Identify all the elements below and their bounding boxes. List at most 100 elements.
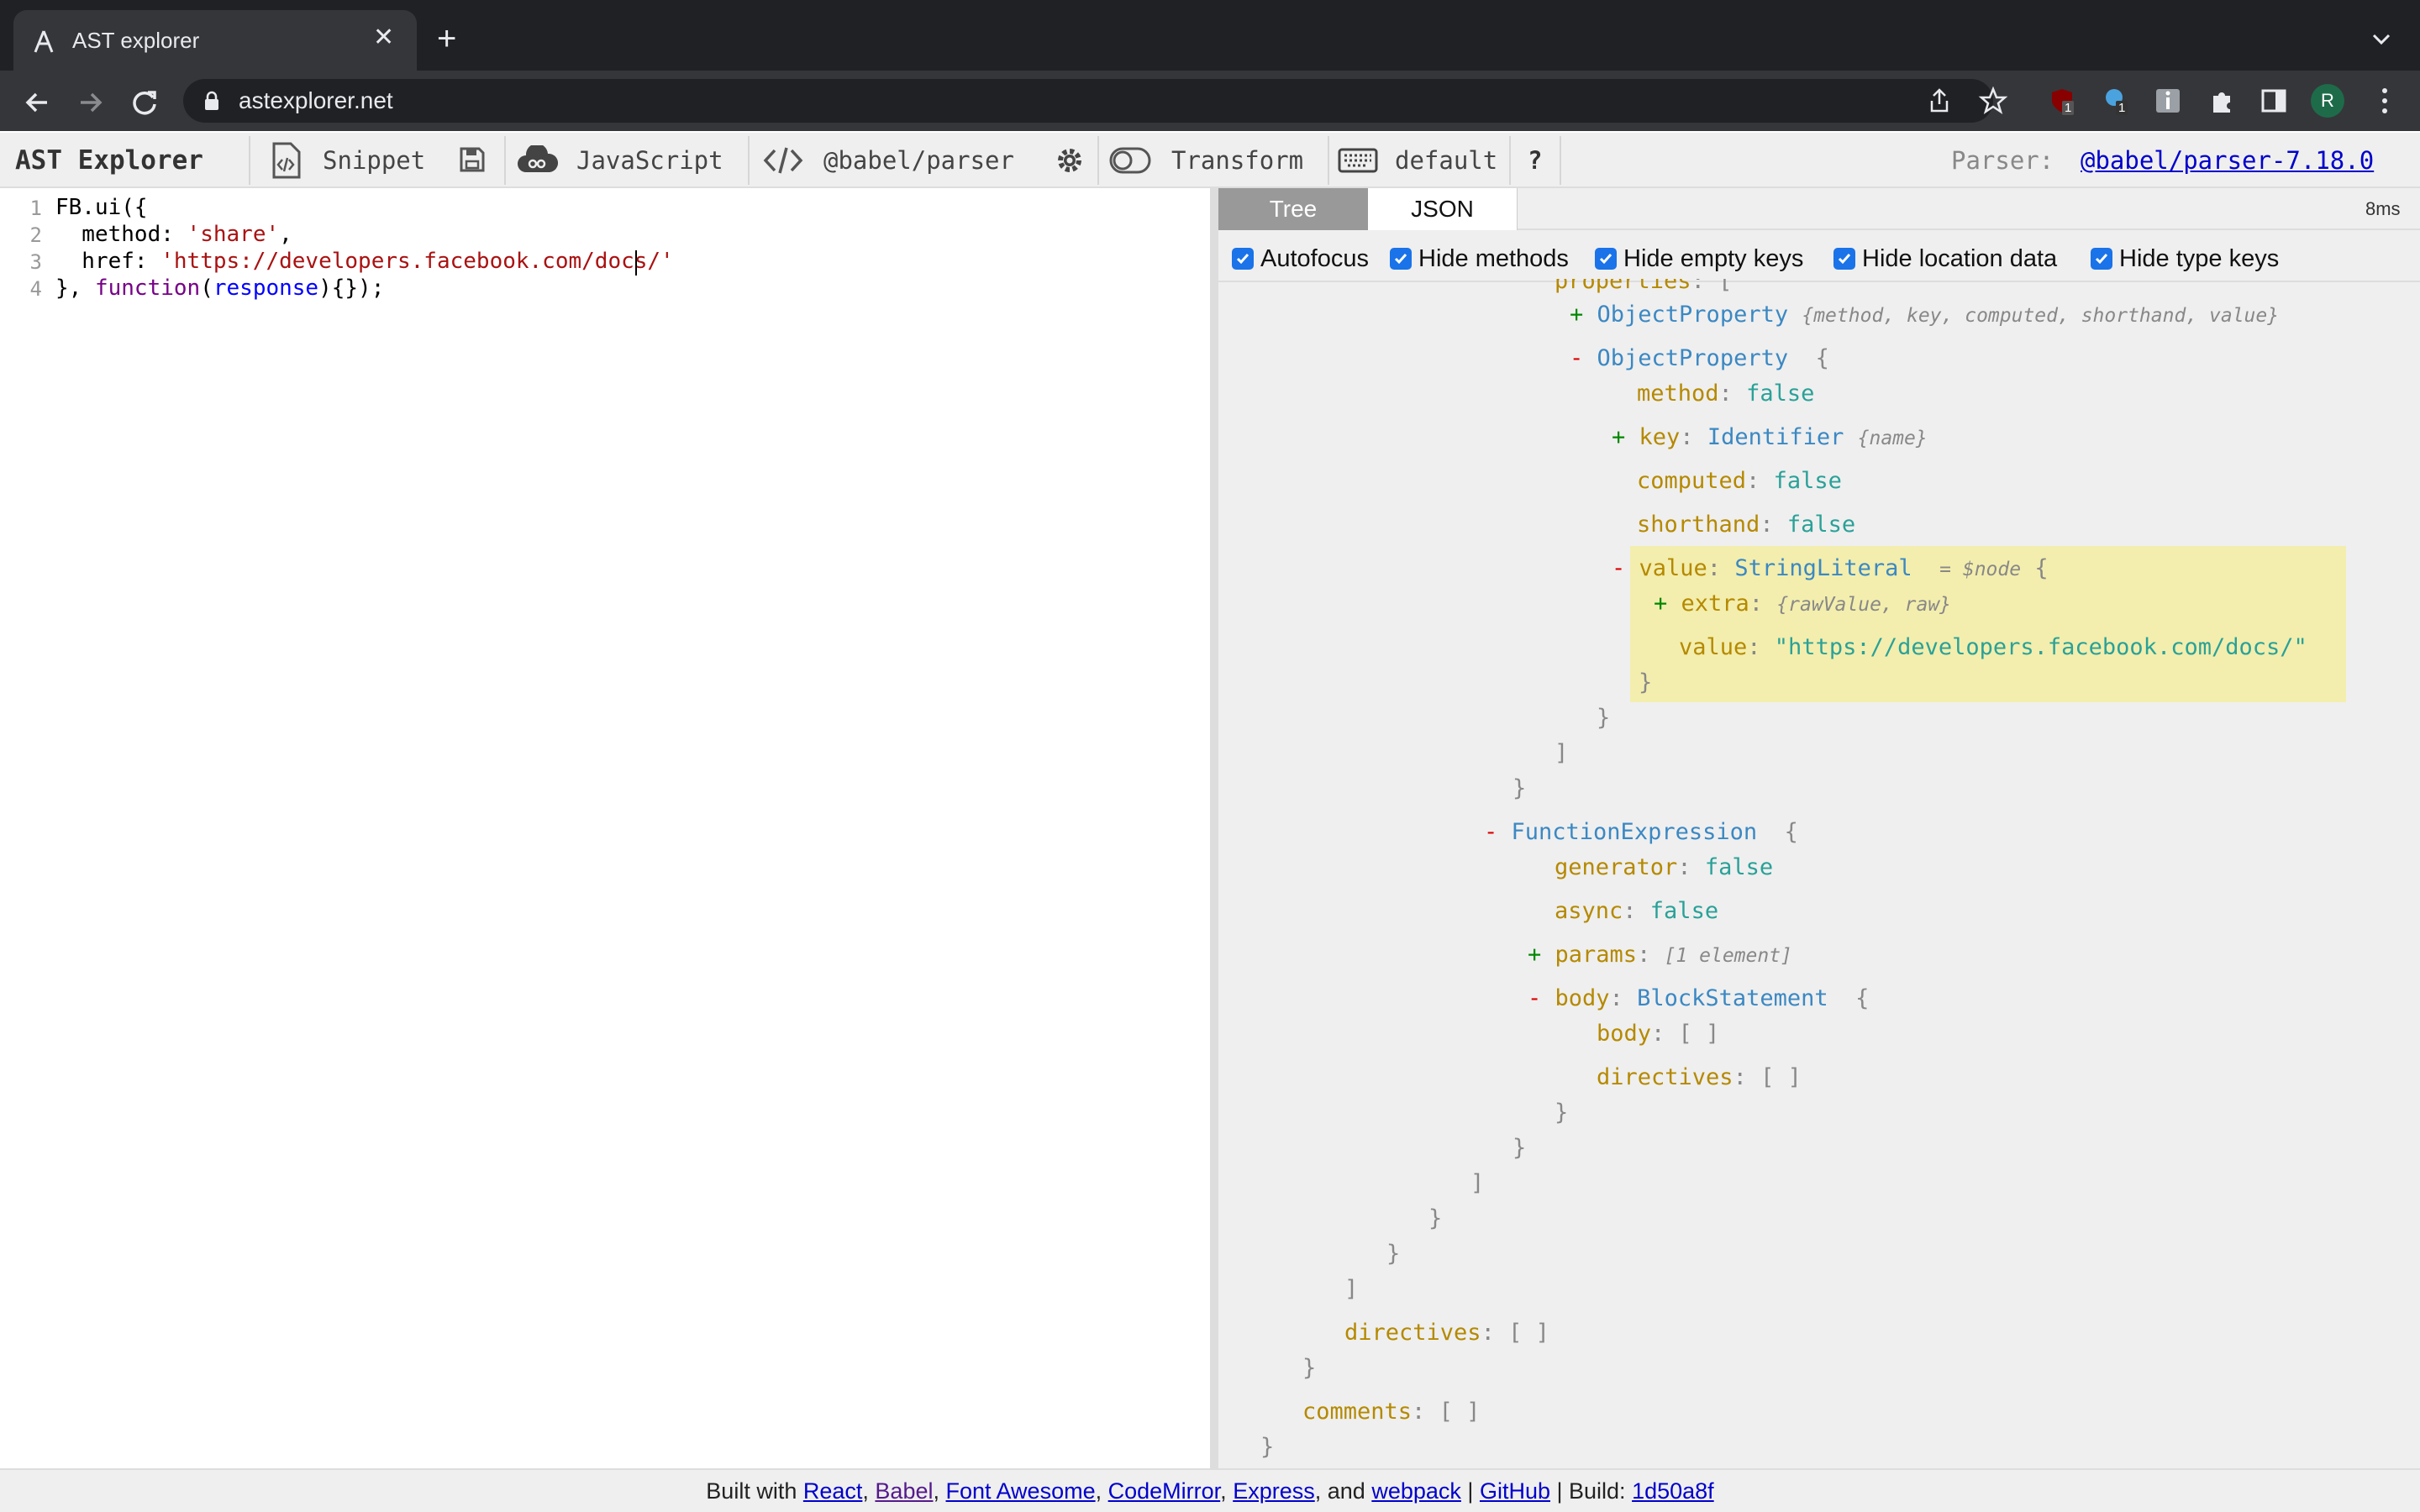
code-string: 'share' <box>187 222 280 247</box>
hide-methods-checkbox[interactable]: Hide methods <box>1390 242 1569 276</box>
font-awesome-link[interactable]: Font Awesome <box>946 1478 1096 1504</box>
tree-key: body <box>1555 985 1610 1011</box>
chevron-down-icon[interactable] <box>2368 25 2395 52</box>
forward-arrow-icon[interactable] <box>74 86 108 119</box>
hide-empty-keys-checkbox[interactable]: Hide empty keys <box>1595 242 1803 276</box>
close-tab-icon[interactable]: ✕ <box>373 25 394 50</box>
code-icon <box>763 147 803 174</box>
tree-close-brace: } <box>1555 1100 1569 1126</box>
tree-property: computed: false <box>1637 468 1842 494</box>
side-panel-icon[interactable] <box>2259 86 2289 116</box>
line-number: 3 <box>29 250 42 274</box>
tree-node-expanded[interactable]: - body: BlockStatement { <box>1528 984 1869 1013</box>
tree-key: computed <box>1637 468 1747 494</box>
pane-splitter[interactable] <box>1210 188 1218 1468</box>
profile-avatar[interactable]: R <box>2311 84 2344 118</box>
lock-icon[interactable] <box>203 91 220 111</box>
tree-node-expanded[interactable]: - FunctionExpression { <box>1484 818 1798 847</box>
tree-property: shorthand: false <box>1637 512 1856 538</box>
tree-key: directives <box>1344 1320 1481 1346</box>
cloud-code-icon <box>518 145 558 172</box>
tree-node-expanded[interactable]: - value: StringLiteral = $node { <box>1612 554 2049 584</box>
tree-type: BlockStatement <box>1637 985 1828 1011</box>
tree-key: params <box>1555 942 1638 968</box>
help-icon[interactable]: ? <box>1528 133 1542 188</box>
github-link[interactable]: GitHub <box>1480 1478 1550 1504</box>
share-icon[interactable] <box>1924 86 1954 116</box>
app-title: AST Explorer <box>15 145 203 176</box>
tree-property: body: [ ] <box>1597 1021 1720 1047</box>
tree-node-expanded[interactable]: - ObjectProperty { <box>1570 344 1829 373</box>
code-line[interactable]: }, function(response){}); <box>55 276 384 301</box>
option-label: Hide methods <box>1418 244 1569 272</box>
extension-icon[interactable]: 1 <box>2101 86 2131 116</box>
tree-property: value: "https://developers.facebook.com/… <box>1679 634 2307 660</box>
tab-tree[interactable]: Tree <box>1218 188 1368 230</box>
tree-close-brace: } <box>1260 1434 1275 1460</box>
tree-key: value <box>1679 634 1748 660</box>
webpack-link[interactable]: webpack <box>1371 1478 1461 1504</box>
code-line[interactable]: method: 'share', <box>55 222 292 247</box>
tree-key: body <box>1597 1021 1652 1047</box>
tree-node-collapsed[interactable]: + ObjectProperty {method, key, computed,… <box>1570 301 2279 330</box>
tree-close-brace: } <box>1639 669 1653 696</box>
tab-json[interactable]: JSON <box>1368 188 1518 230</box>
tree-type: FunctionExpression <box>1511 819 1758 845</box>
code-text: }, <box>55 276 95 301</box>
tree-key: generator <box>1555 854 1678 880</box>
option-label: Hide empty keys <box>1623 244 1804 272</box>
checkmark-icon <box>1833 248 1855 270</box>
info-extension-icon[interactable] <box>2153 86 2183 116</box>
tree-key: comments <box>1302 1399 1413 1425</box>
tree-value: false <box>1704 854 1774 880</box>
tree-node-collapsed[interactable]: + key: Identifier {name} <box>1612 423 1928 453</box>
address-bar[interactable] <box>183 79 1993 123</box>
tree-type: ObjectProperty <box>1597 302 1789 328</box>
save-icon[interactable] <box>459 146 486 173</box>
tree-value: false <box>1649 898 1719 924</box>
reload-icon[interactable] <box>128 86 161 119</box>
snippet-label: Snippet <box>323 146 426 175</box>
puzzle-icon[interactable] <box>2207 86 2237 116</box>
toggle-off-icon <box>1109 147 1151 174</box>
parser-select-button[interactable]: @babel/parser <box>763 133 1014 188</box>
language-select-button[interactable]: JavaScript <box>516 133 723 188</box>
new-tab-icon[interactable]: + <box>437 22 456 55</box>
tab-title: AST explorer <box>72 28 200 53</box>
gear-icon[interactable] <box>1055 146 1084 175</box>
code-line[interactable]: FB.ui({ <box>55 195 148 220</box>
tree-node-collapsed[interactable]: + extra: {rawValue, raw} <box>1654 590 1951 619</box>
codemirror-link[interactable]: CodeMirror <box>1108 1478 1221 1504</box>
tree-property: async: false <box>1555 898 1719 924</box>
autofocus-checkbox[interactable]: Autofocus <box>1232 242 1369 276</box>
keymap-select-button[interactable]: default <box>1338 133 1497 188</box>
hide-type-keys-checkbox[interactable]: Hide type keys <box>2091 242 2279 276</box>
build-hash-link[interactable]: 1d50a8f <box>1632 1478 1714 1504</box>
code-text: FB.ui({ <box>55 195 148 220</box>
tree-close-brace: } <box>1597 705 1611 731</box>
back-arrow-icon[interactable] <box>20 86 54 119</box>
express-link[interactable]: Express <box>1233 1478 1315 1504</box>
tree-type: Identifier <box>1707 424 1844 450</box>
ublock-extension-icon[interactable]: 1 <box>2047 86 2077 116</box>
babel-link[interactable]: Babel <box>875 1478 933 1504</box>
tree-property: generator: false <box>1555 854 1774 880</box>
tree-close-brace: } <box>1512 1135 1527 1161</box>
code-text: href: <box>55 249 161 274</box>
url-text[interactable]: astexplorer.net <box>239 87 393 114</box>
tree-summary: {rawValue, raw} <box>1776 594 1952 616</box>
tree-key: async <box>1555 898 1623 924</box>
bookmark-star-icon[interactable] <box>1978 86 2008 116</box>
hide-location-data-checkbox[interactable]: Hide location data <box>1833 242 2057 276</box>
snippet-menu-button[interactable]: Snippet <box>269 133 425 188</box>
more-menu-icon[interactable] <box>2380 86 2390 116</box>
parser-version-link[interactable]: @babel/parser-7.18.0 <box>2081 133 2374 188</box>
tree-summary: [1 element] <box>1664 945 1792 967</box>
extension-badge: 1 <box>2062 101 2075 115</box>
react-link[interactable]: React <box>803 1478 863 1504</box>
code-editor[interactable] <box>0 188 1210 1468</box>
tree-key: key <box>1639 424 1681 450</box>
code-line[interactable]: href: 'https://developers.facebook.com/d… <box>55 249 673 274</box>
tree-node-collapsed[interactable]: + params: [1 element] <box>1528 941 1792 970</box>
transform-toggle-button[interactable]: Transform <box>1109 133 1303 188</box>
